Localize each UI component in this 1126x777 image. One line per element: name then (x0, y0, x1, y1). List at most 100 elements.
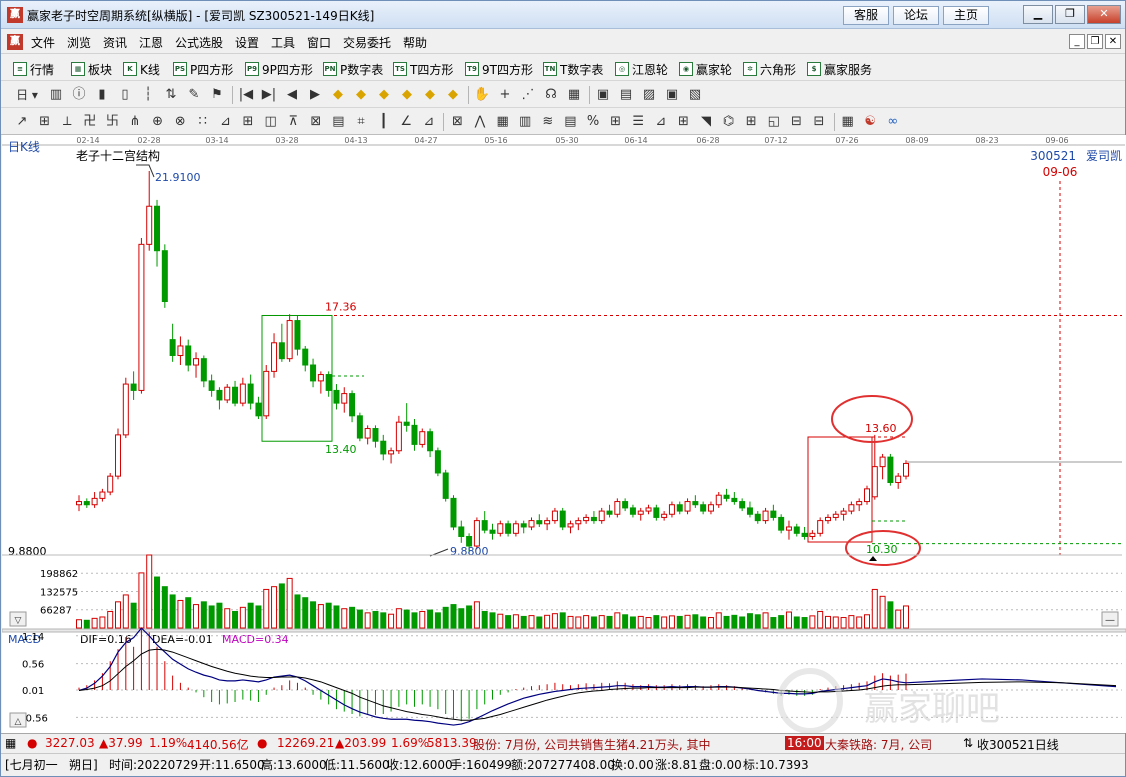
menu-file[interactable]: 文件 (31, 34, 55, 51)
draw-16-icon[interactable]: ⌗ (352, 113, 370, 131)
print-icon[interactable]: ▣ (663, 86, 681, 104)
draw-28-icon[interactable]: ☰ (629, 113, 647, 131)
diamond-3-icon[interactable]: ◆ (375, 86, 393, 104)
last-icon[interactable]: ▶| (260, 86, 278, 104)
news-ticker-2[interactable]: 大秦铁路: 7月, 公司 (825, 736, 932, 753)
draw-13-icon[interactable]: ⊼ (284, 113, 302, 131)
draw-24-icon[interactable]: ≋ (539, 113, 557, 131)
diamond-4-icon[interactable]: ◆ (398, 86, 416, 104)
cross-icon[interactable]: + (496, 86, 514, 104)
save-icon[interactable]: ▨ (640, 86, 658, 104)
minimize-button[interactable]: ▁ (1023, 5, 1053, 24)
lines-icon[interactable]: ⋰ (519, 86, 537, 104)
draw-9-icon[interactable]: ∷ (194, 113, 212, 131)
period-dropdown[interactable]: 日 ▾ (13, 86, 41, 104)
hand-icon[interactable]: ✋ (473, 86, 491, 104)
home-link[interactable]: 主页 (943, 6, 989, 25)
draw-14-icon[interactable]: ⊠ (307, 113, 325, 131)
draw-20-icon[interactable]: ⊠ (448, 113, 466, 131)
draw-29-icon[interactable]: ⊿ (652, 113, 670, 131)
draw-1-icon[interactable]: ↗ (13, 113, 31, 131)
diamond-2-icon[interactable]: ◆ (352, 86, 370, 104)
draw-5-icon[interactable]: 卐 (103, 113, 121, 131)
draw-21-icon[interactable]: ⋀ (471, 113, 489, 131)
grid-icon[interactable]: ▦ (5, 736, 16, 750)
calendar-icon[interactable]: ▣ (594, 86, 612, 104)
mdi-close-button[interactable]: ✕ (1105, 34, 1121, 49)
mdi-minimize-button[interactable]: _ (1069, 34, 1085, 49)
toolbar-p-square-button[interactable]: PS P四方形 (173, 60, 233, 78)
draw-19-icon[interactable]: ⊿ (420, 113, 438, 131)
draw-23-icon[interactable]: ▥ (516, 113, 534, 131)
draw-2-icon[interactable]: ⊞ (36, 113, 54, 131)
chart-area[interactable]: 02-14 02-28 03-14 03-28 04-13 04-27 05-16 05-30… (2, 135, 1126, 733)
calculator-icon[interactable]: ▤ (617, 86, 635, 104)
printer-icon[interactable]: ▧ (686, 86, 704, 104)
toolbar-hexagon-button[interactable]: ✲ 六角形 (743, 60, 796, 78)
toolbar-9p-square-button[interactable]: P9 9P四方形 (245, 60, 313, 78)
toolbar-dollar-button[interactable]: $ 赢家服务 (807, 60, 872, 78)
flag-icon[interactable]: ⚑ (208, 86, 226, 104)
percent-icon[interactable]: % (584, 113, 602, 131)
draw-12-icon[interactable]: ◫ (262, 113, 280, 131)
toolbar-list-button[interactable]: ≡ 行情 (13, 60, 54, 78)
draw-22-icon[interactable]: ▦ (494, 113, 512, 131)
draw-36-icon[interactable]: ⊟ (810, 113, 828, 131)
bars-icon[interactable]: ▮ (93, 86, 111, 104)
info-icon[interactable]: ⓘ (70, 86, 88, 104)
menu-trade[interactable]: 交易委托 (343, 34, 391, 51)
draw-32-icon[interactable]: ⌬ (720, 113, 738, 131)
service-link[interactable]: 客服 (843, 6, 889, 25)
toolbar-t-number-button[interactable]: TN T数字表 (543, 60, 603, 78)
grid-icon[interactable]: ▦ (839, 113, 857, 131)
draw-25-icon[interactable]: ▤ (561, 113, 579, 131)
menu-settings[interactable]: 设置 (235, 34, 259, 51)
draw-15-icon[interactable]: ▤ (329, 113, 347, 131)
draw-3-icon[interactable]: ⟂ (58, 113, 76, 131)
draw-6-icon[interactable]: ⋔ (126, 113, 144, 131)
mdi-restore-button[interactable]: ❐ (1087, 34, 1103, 49)
grid-icon[interactable]: ▦ (565, 86, 583, 104)
menu-formula[interactable]: 公式选股 (175, 34, 223, 51)
diamond-1-icon[interactable]: ◆ (329, 86, 347, 104)
candle-icon[interactable]: ▯ (116, 86, 134, 104)
toolbar-gann-wheel-button[interactable]: ◎ 江恩轮 (615, 60, 668, 78)
draw-31-icon[interactable]: ◥ (697, 113, 715, 131)
draw-17-icon[interactable]: ┃ (375, 113, 393, 131)
toolbar-blocks-button[interactable]: ▦ 板块 (71, 60, 112, 78)
close-button[interactable]: ✕ (1087, 5, 1121, 24)
toolbar-t-square-button[interactable]: TS T四方形 (393, 60, 453, 78)
toolbar-9t-square-button[interactable]: T9 9T四方形 (465, 60, 533, 78)
sort-icon[interactable]: ⇅ (963, 736, 973, 750)
diamond-5-icon[interactable]: ◆ (421, 86, 439, 104)
restore-button[interactable]: ❐ (1055, 5, 1085, 24)
menu-help[interactable]: 帮助 (403, 34, 427, 51)
bar-icon[interactable]: ┆ (139, 86, 157, 104)
toolbar-candles-button[interactable]: K K线 (123, 60, 160, 78)
menu-browse[interactable]: 浏览 (67, 34, 91, 51)
draw-33-icon[interactable]: ⊞ (742, 113, 760, 131)
toolbar-winner-wheel-button[interactable]: ◉ 赢家轮 (679, 60, 732, 78)
draw-18-icon[interactable]: ∠ (397, 113, 415, 131)
draw-30-icon[interactable]: ⊞ (674, 113, 692, 131)
lasso-icon[interactable]: ☊ (542, 86, 560, 104)
first-icon[interactable]: |◀ (237, 86, 255, 104)
draw-11-icon[interactable]: ⊞ (239, 113, 257, 131)
infinity-icon[interactable]: ∞ (884, 113, 902, 131)
news-ticker[interactable]: 股份: 7月份, 公司共销售生猪4.21万头, 其中 (473, 736, 710, 753)
draw-7-icon[interactable]: ⊕ (149, 113, 167, 131)
draw-27-icon[interactable]: ⊞ (607, 113, 625, 131)
draw-10-icon[interactable]: ⊿ (216, 113, 234, 131)
toolbar-p-number-button[interactable]: PN P数字表 (323, 60, 383, 78)
draw-35-icon[interactable]: ⊟ (787, 113, 805, 131)
menu-gann[interactable]: 江恩 (139, 34, 163, 51)
diamond-6-icon[interactable]: ◆ (444, 86, 462, 104)
yin-yang-icon[interactable]: ☯ (861, 113, 879, 131)
chart-icon[interactable]: ▥ (47, 86, 65, 104)
draw-34-icon[interactable]: ◱ (765, 113, 783, 131)
right-icon[interactable]: ▶ (306, 86, 324, 104)
draw-8-icon[interactable]: ⊗ (171, 113, 189, 131)
menu-tools[interactable]: 工具 (271, 34, 295, 51)
menu-news[interactable]: 资讯 (103, 34, 127, 51)
pencil-icon[interactable]: ✎ (185, 86, 203, 104)
